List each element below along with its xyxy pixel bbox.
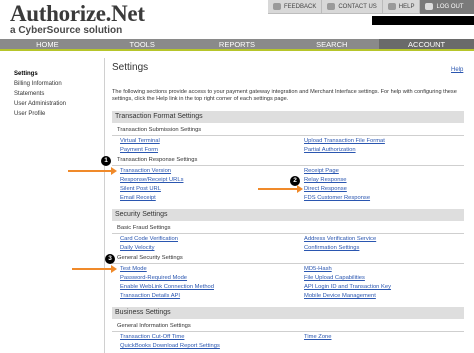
link-api-login-transaction-key[interactable]: API Login ID and Transaction Key bbox=[304, 284, 391, 291]
link-fds-customer-response[interactable]: FDS Customer Response bbox=[304, 195, 370, 202]
link-md5-hash[interactable]: MD5-Hash bbox=[304, 266, 332, 273]
sidebar-item-settings[interactable]: Settings bbox=[14, 69, 100, 79]
sidebar-item-user-admin[interactable]: User Administration bbox=[14, 99, 100, 109]
subheader-divider bbox=[112, 135, 464, 136]
intro-text: The following sections provide access to… bbox=[112, 89, 457, 102]
nav-tools[interactable]: TOOLS bbox=[95, 39, 190, 49]
sidebar-item-billing[interactable]: Billing Information bbox=[14, 79, 100, 89]
help-link[interactable]: Help bbox=[451, 67, 463, 73]
link-payment-form[interactable]: Payment Form bbox=[120, 147, 158, 154]
subheader-divider bbox=[112, 233, 464, 234]
subheader-transaction-submission: Transaction Submission Settings bbox=[117, 127, 202, 133]
arrow-test-mode bbox=[72, 265, 117, 273]
subheader-divider bbox=[112, 263, 464, 264]
feedback-link[interactable]: FEEDBACK bbox=[268, 0, 323, 14]
nav-home[interactable]: HOME bbox=[0, 39, 95, 49]
logout-icon bbox=[425, 3, 434, 10]
feedback-label: FEEDBACK bbox=[284, 3, 317, 10]
link-time-zone[interactable]: Time Zone bbox=[304, 334, 332, 341]
nav-account[interactable]: ACCOUNT bbox=[379, 39, 474, 49]
link-test-mode[interactable]: Test Mode bbox=[120, 266, 147, 273]
help-icon bbox=[387, 3, 396, 10]
sidebar-divider bbox=[104, 58, 105, 353]
sidebar-item-user-profile[interactable]: User Profile bbox=[14, 109, 100, 119]
arrow-direct-response bbox=[258, 185, 303, 193]
link-direct-response[interactable]: Direct Response bbox=[304, 186, 347, 193]
arrow-transaction-version bbox=[68, 167, 117, 175]
link-upload-transaction-file-format[interactable]: Upload Transaction File Format bbox=[304, 138, 385, 145]
link-address-verification-service[interactable]: Address Verification Service bbox=[304, 236, 376, 243]
feedback-icon bbox=[273, 3, 281, 10]
section-business: Business Settings bbox=[112, 307, 464, 319]
help-link-top[interactable]: HELP bbox=[383, 0, 421, 14]
utility-bar: FEEDBACK CONTACT US HELP LOG OUT bbox=[268, 0, 474, 14]
redacted-account-bar bbox=[372, 16, 474, 25]
subheader-divider bbox=[112, 165, 464, 166]
link-relay-response[interactable]: Relay Response bbox=[304, 177, 347, 184]
nav-search[interactable]: SEARCH bbox=[284, 39, 379, 49]
link-transaction-version[interactable]: Transaction Version bbox=[120, 168, 171, 175]
callout-badge: 3 bbox=[105, 254, 115, 264]
section-transaction-format: Transaction Format Settings bbox=[112, 111, 464, 123]
page-title: Settings bbox=[112, 62, 149, 73]
sidebar: Settings Billing Information Statements … bbox=[14, 69, 100, 119]
sidebar-item-statements[interactable]: Statements bbox=[14, 89, 100, 99]
nav-reports[interactable]: REPORTS bbox=[190, 39, 285, 49]
subheader-basic-fraud: Basic Fraud Settings bbox=[117, 225, 171, 231]
link-silent-post-url[interactable]: Silent Post URL bbox=[120, 186, 161, 193]
contact-link[interactable]: CONTACT US bbox=[322, 0, 383, 14]
brand-logo[interactable]: Authorize.Net a CyberSource solution bbox=[10, 1, 145, 37]
logout-label: LOG OUT bbox=[436, 3, 464, 10]
link-card-code-verification[interactable]: Card Code Verification bbox=[120, 236, 178, 243]
callout-badge: 1 bbox=[101, 156, 111, 166]
link-enable-weblink[interactable]: Enable WebLink Connection Method bbox=[120, 284, 214, 291]
link-partial-authorization[interactable]: Partial Authorization bbox=[304, 147, 356, 154]
link-virtual-terminal[interactable]: Virtual Terminal bbox=[120, 138, 160, 145]
subheader-divider bbox=[112, 331, 464, 332]
contact-label: CONTACT US bbox=[338, 3, 377, 10]
help-label: HELP bbox=[398, 3, 415, 10]
link-quickbooks-download-report[interactable]: QuickBooks Download Report Settings bbox=[120, 343, 220, 350]
main-nav: HOME TOOLS REPORTS SEARCH ACCOUNT bbox=[0, 39, 474, 51]
logout-button[interactable]: LOG OUT bbox=[420, 0, 474, 14]
link-password-required-mode[interactable]: Password-Required Mode bbox=[120, 275, 187, 282]
link-receipt-page[interactable]: Receipt Page bbox=[304, 168, 339, 175]
subheader-transaction-response: Transaction Response Settings bbox=[117, 157, 198, 163]
link-transaction-details-api[interactable]: Transaction Details API bbox=[120, 293, 180, 300]
contact-icon bbox=[327, 3, 336, 10]
logo-subtitle: a CyberSource solution bbox=[10, 25, 123, 36]
link-response-receipt-urls[interactable]: Response/Receipt URLs bbox=[120, 177, 183, 184]
link-daily-velocity[interactable]: Daily Velocity bbox=[120, 245, 154, 252]
section-security: Security Settings bbox=[112, 209, 464, 221]
link-confirmation-settings[interactable]: Confirmation Settings bbox=[304, 245, 359, 252]
link-transaction-cutoff-time[interactable]: Transaction Cut-Off Time bbox=[120, 334, 184, 341]
subheader-general-security: General Security Settings bbox=[117, 255, 183, 261]
link-mobile-device-management[interactable]: Mobile Device Management bbox=[304, 293, 376, 300]
page-title-wrap: Settings bbox=[112, 62, 464, 73]
link-email-receipt[interactable]: Email Receipt bbox=[120, 195, 156, 202]
subheader-general-information: General Information Settings bbox=[117, 323, 191, 329]
logo-title: Authorize.Net bbox=[10, 1, 145, 26]
link-file-upload-capabilities[interactable]: File Upload Capabilities bbox=[304, 275, 365, 282]
